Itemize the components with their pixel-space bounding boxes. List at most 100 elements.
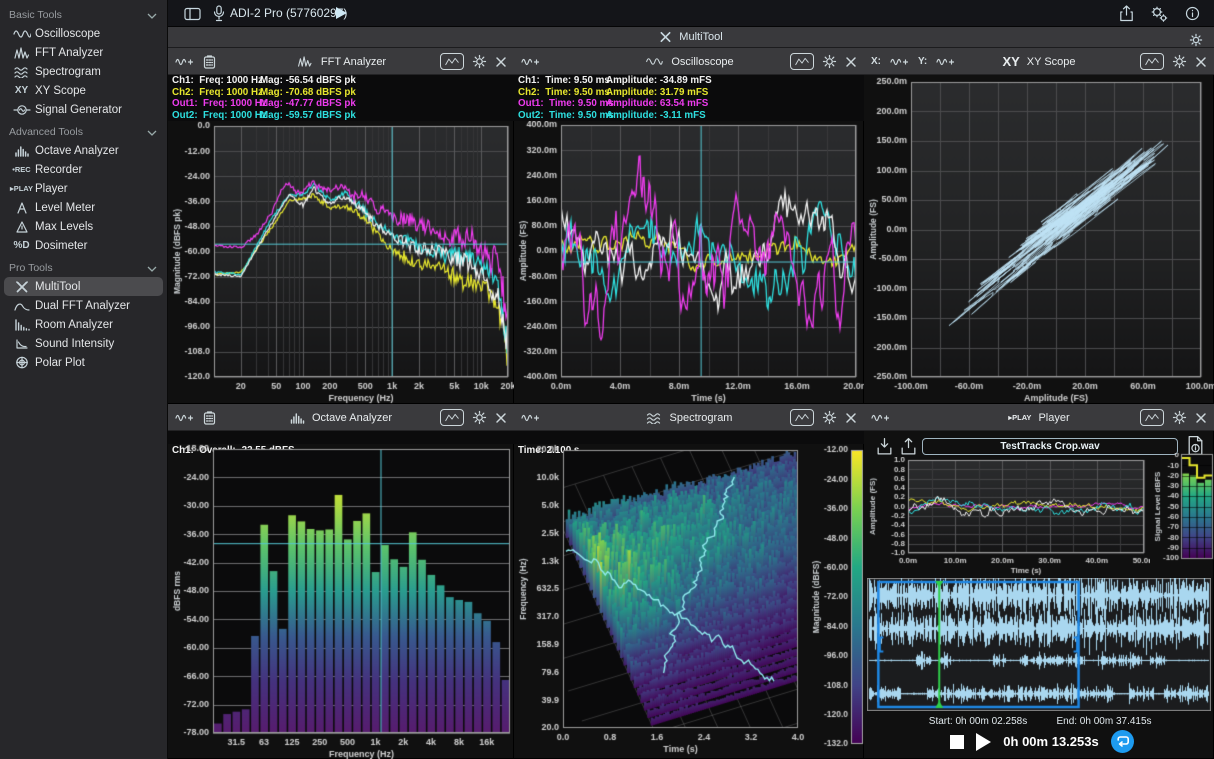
spectrogram-panel-header: Spectrogram <box>514 404 864 431</box>
sidebar-item-label: Level Meter <box>35 202 95 214</box>
gear-icon[interactable] <box>822 410 837 425</box>
sidebar-item-dosimeter[interactable]: %D Dosimeter <box>4 236 163 255</box>
panel-spectrogram: Spectrogram Time: 2.100 s Freq: 1059 Hz … <box>514 404 864 759</box>
gear-icon[interactable] <box>472 54 487 69</box>
panel-title: Player <box>1038 412 1069 424</box>
window-toolbar: ADI-2 Pro (57760297) <box>168 0 1214 27</box>
play-label-icon: ▸PLAY <box>8 184 35 193</box>
input-signal-icon[interactable] <box>890 56 909 68</box>
calibration-icon[interactable] <box>203 411 216 425</box>
record-icon: •REC <box>8 165 35 174</box>
sidebar-item-xy-scope[interactable]: XY XY Scope <box>4 81 163 100</box>
octave-bars-icon <box>290 412 305 424</box>
signal-generator-icon <box>8 104 35 116</box>
oscilloscope-chart[interactable] <box>514 121 864 404</box>
gear-icon[interactable] <box>1172 54 1187 69</box>
sidebar-item-recorder[interactable]: •REC Recorder <box>4 160 163 179</box>
gear-icon[interactable] <box>822 54 837 69</box>
play-label-icon: ▸PLAY <box>1008 413 1031 422</box>
import-file-button[interactable] <box>874 435 894 457</box>
sidebar-item-sound-intensity[interactable]: Sound Intensity <box>4 334 163 353</box>
filename-field[interactable]: TestTracks Crop.wav <box>922 438 1178 455</box>
sidebar-item-dual-fft-analyzer[interactable]: Dual FFT Analyzer <box>4 296 163 315</box>
device-title[interactable]: ADI-2 Pro (57760297) <box>230 0 347 27</box>
spectrogram-icon <box>646 412 663 424</box>
sidebar-section-basic-tools[interactable]: Basic Tools <box>0 7 167 24</box>
sidebar-item-fft-analyzer[interactable]: FFT Analyzer <box>4 43 163 62</box>
panel-player: ▸PLAY Player TestTracks Crop.wav <box>864 404 1214 759</box>
chart-style-button[interactable] <box>790 409 814 426</box>
section-title: Basic Tools <box>9 9 62 21</box>
sidebar-toggle-button[interactable] <box>182 4 202 23</box>
sidebar-item-room-analyzer[interactable]: Room Analyzer <box>4 315 163 334</box>
close-icon[interactable] <box>495 412 507 424</box>
spectrogram-chart[interactable] <box>514 444 864 759</box>
chart-style-button[interactable] <box>440 53 464 70</box>
player-amplitude-chart[interactable] <box>864 457 1150 579</box>
stop-button[interactable] <box>950 735 964 749</box>
selection-end-label: End: 0h 00m 37.415s <box>1056 716 1151 727</box>
gear-icon[interactable] <box>472 410 487 425</box>
close-icon[interactable] <box>1195 412 1207 424</box>
spectrogram-readouts: Time: 2.100 s Freq: 1059 Hz Mag: -75.11 … <box>514 431 864 444</box>
xy-chart[interactable] <box>864 75 1214 404</box>
chart-style-button[interactable] <box>1140 409 1164 426</box>
readout: Out1: Time: 9.50 ms <box>518 98 614 110</box>
sidebar-item-polar-plot[interactable]: Polar Plot <box>4 353 163 372</box>
signal-level-meter <box>1150 453 1214 583</box>
sidebar-item-multitool[interactable]: MultiTool <box>4 277 163 296</box>
close-icon[interactable] <box>495 56 507 68</box>
layout-settings-button[interactable] <box>1186 30 1206 49</box>
octave-chart[interactable] <box>168 444 514 759</box>
start-button[interactable] <box>336 7 347 19</box>
close-icon[interactable] <box>1195 56 1207 68</box>
multitool-app: Basic Tools Oscilloscope FFT Analyzer Sp… <box>0 0 1214 759</box>
gear-icon[interactable] <box>1172 410 1187 425</box>
fft-chart[interactable] <box>168 121 514 404</box>
sound-intensity-icon <box>8 338 35 350</box>
sidebar-item-label: Recorder <box>35 164 82 176</box>
chart-style-button[interactable] <box>440 409 464 426</box>
input-signal-icon[interactable] <box>175 412 194 424</box>
sidebar-item-oscilloscope[interactable]: Oscilloscope <box>4 24 163 43</box>
share-button[interactable] <box>1116 4 1136 23</box>
input-signal-icon[interactable] <box>871 412 890 424</box>
microphone-icon[interactable] <box>209 4 229 23</box>
export-file-button[interactable] <box>898 435 918 457</box>
sidebar-item-octave-analyzer[interactable]: Octave Analyzer <box>4 141 163 160</box>
chart-style-button[interactable] <box>1140 53 1164 70</box>
input-signal-icon[interactable] <box>521 412 540 424</box>
input-signal-icon[interactable] <box>521 56 540 68</box>
y-input-label: Y: <box>918 56 927 67</box>
close-icon[interactable] <box>845 56 857 68</box>
sidebar-item-spectrogram[interactable]: Spectrogram <box>4 62 163 81</box>
sidebar-item-label: Dosimeter <box>35 240 87 252</box>
panel-title: Oscilloscope <box>671 56 733 68</box>
input-signal-icon[interactable] <box>936 56 955 68</box>
fft-readouts: Ch1: Freq: 1000 HzMag: -56.54 dBFS pk Ch… <box>168 75 514 121</box>
sidebar-item-max-levels[interactable]: Max Levels <box>4 217 163 236</box>
panel-title: XY Scope <box>1027 56 1076 68</box>
chart-style-button[interactable] <box>790 53 814 70</box>
sidebar-item-player[interactable]: ▸PLAY Player <box>4 179 163 198</box>
close-icon[interactable] <box>845 412 857 424</box>
info-button[interactable] <box>1182 4 1202 23</box>
sidebar-section-pro-tools[interactable]: Pro Tools <box>0 260 167 277</box>
sidebar-item-signal-generator[interactable]: Signal Generator <box>4 100 163 119</box>
sidebar-section-advanced-tools[interactable]: Advanced Tools <box>0 124 167 141</box>
waveform-overview[interactable] <box>867 578 1211 711</box>
readout: Out1: Freq: 1000 Hz <box>172 98 267 110</box>
sidebar-item-label: Spectrogram <box>35 66 101 78</box>
xy-icon: XY <box>1002 54 1019 69</box>
octave-panel-header: Octave Analyzer <box>168 404 514 431</box>
polar-plot-icon <box>8 356 35 369</box>
input-signal-icon[interactable] <box>175 56 194 68</box>
play-button[interactable] <box>976 733 991 751</box>
settings-gears-button[interactable] <box>1149 4 1169 23</box>
sidebar-item-level-meter[interactable]: Level Meter <box>4 198 163 217</box>
calibration-icon[interactable] <box>203 55 216 69</box>
oscilloscope-panel-header: Oscilloscope <box>514 48 864 75</box>
fft-icon <box>8 47 35 59</box>
loop-button[interactable] <box>1111 730 1134 753</box>
sidebar-item-label: XY Scope <box>35 85 86 97</box>
